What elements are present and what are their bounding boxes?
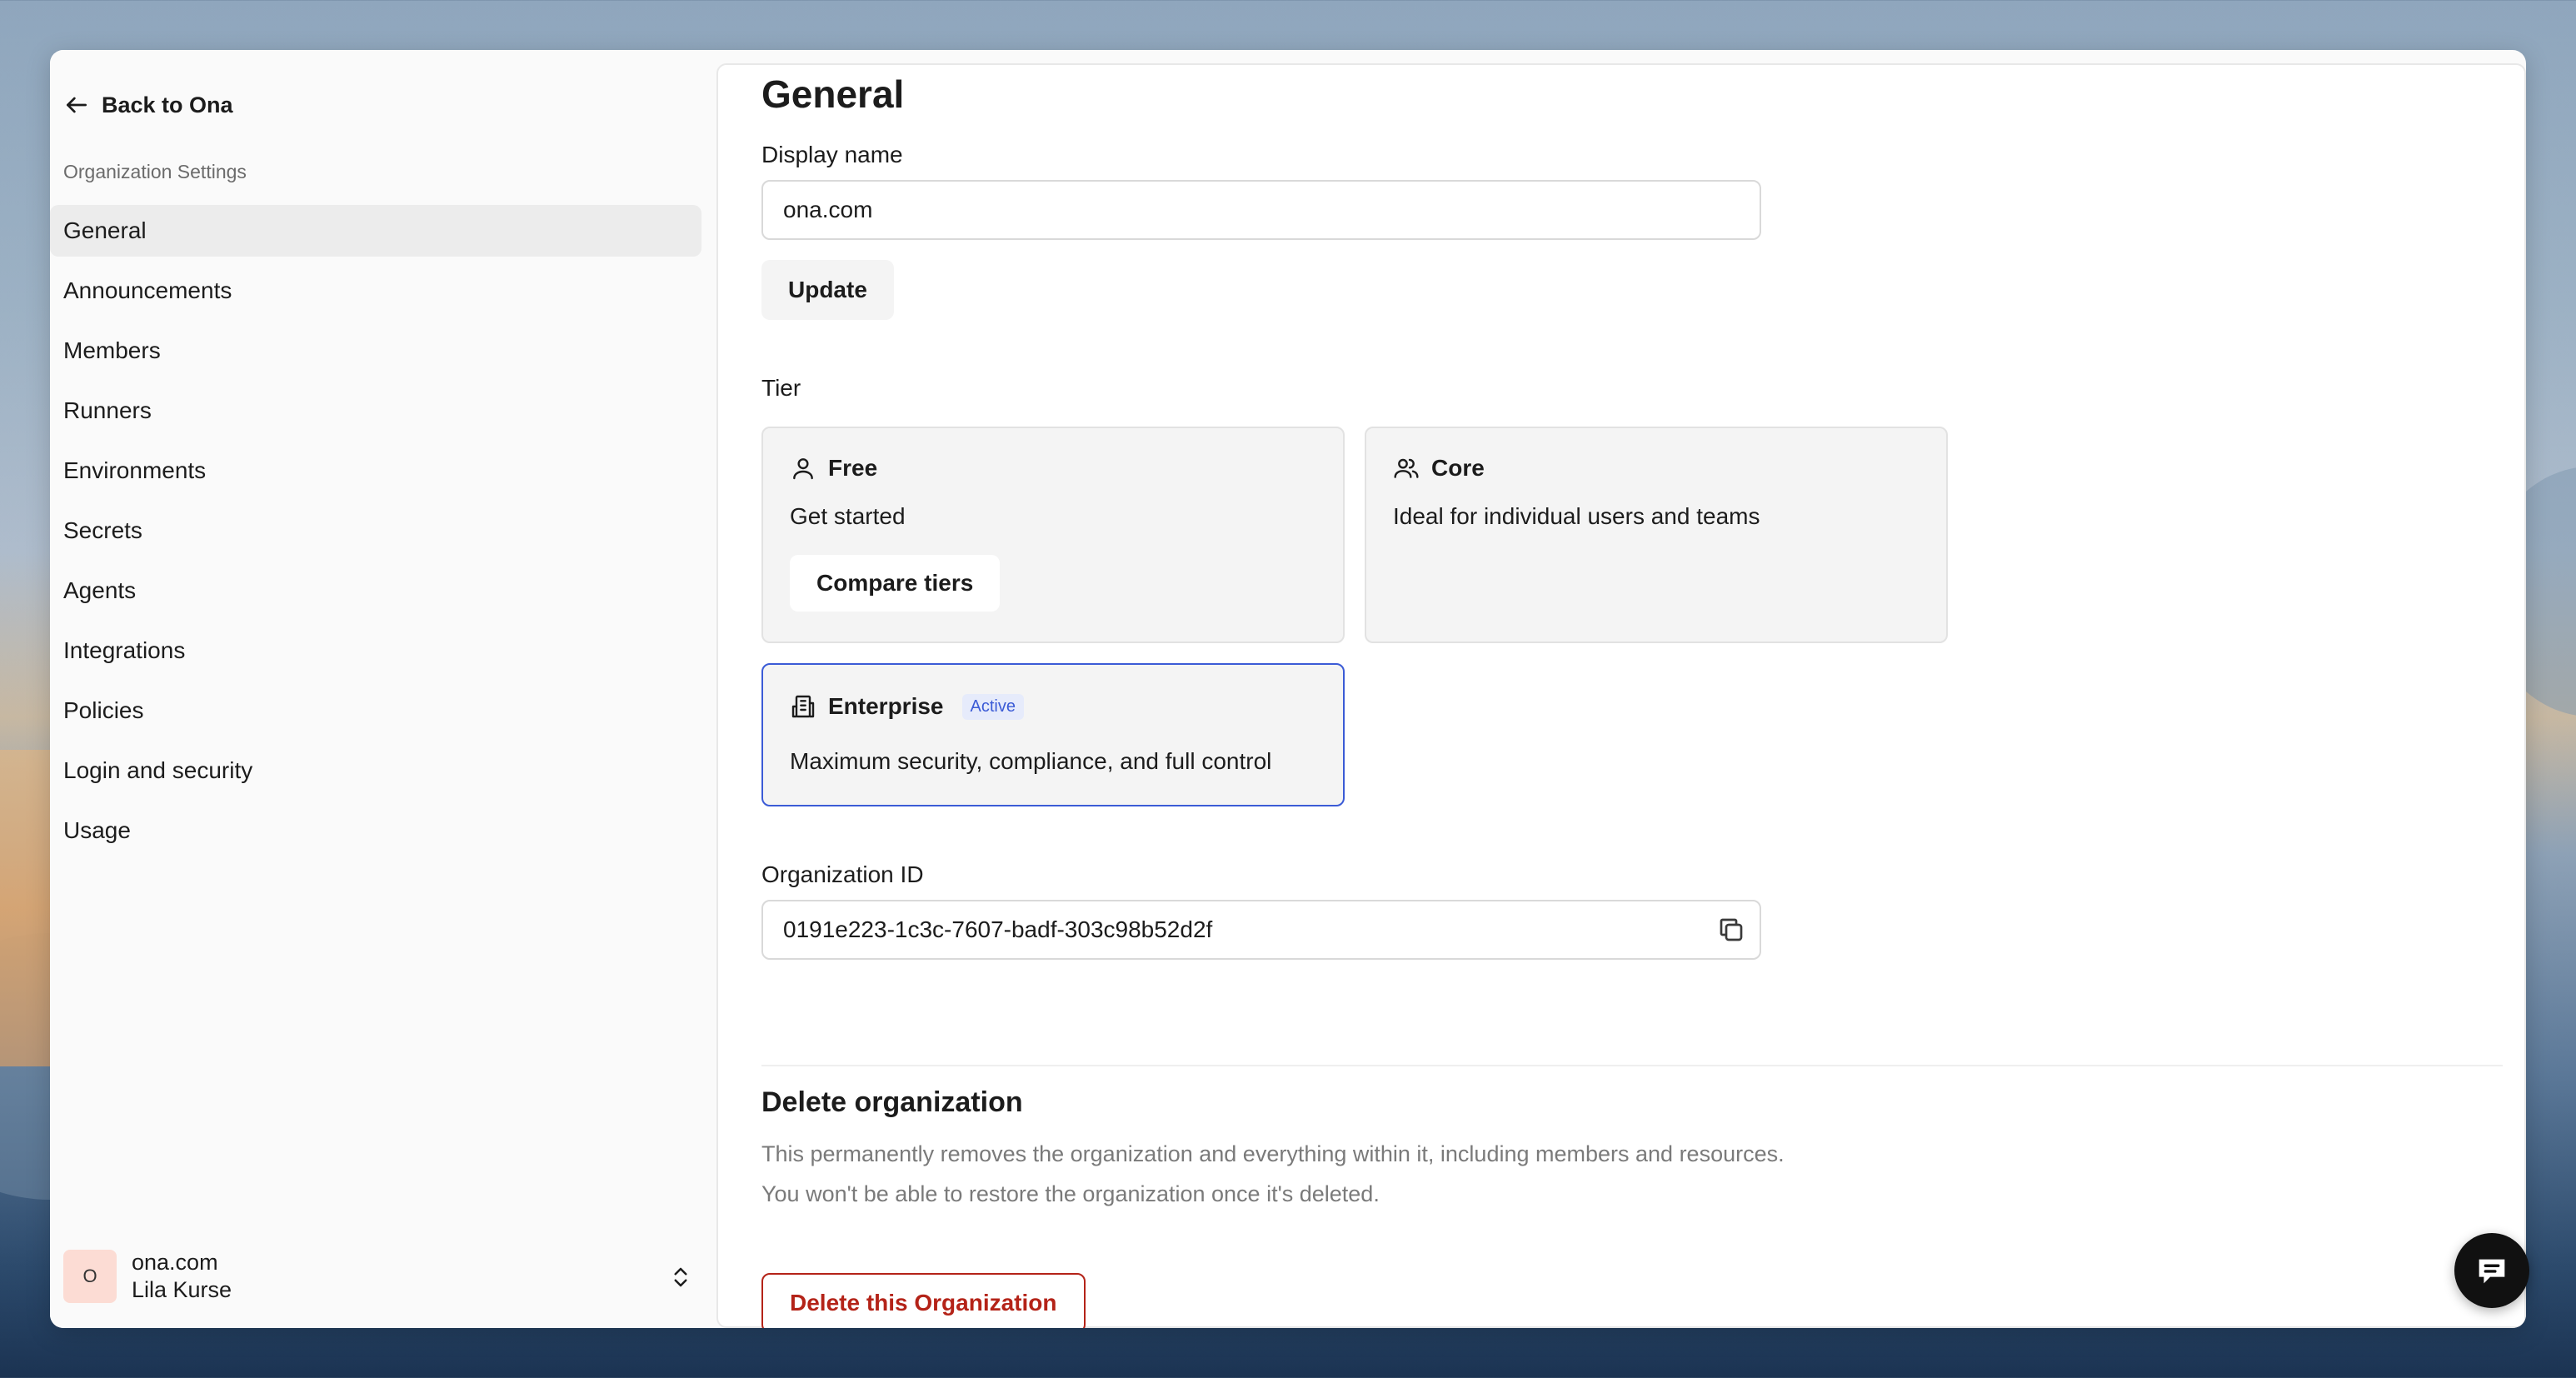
sidebar-item-agents[interactable]: Agents	[50, 565, 701, 617]
compare-tiers-button[interactable]: Compare tiers	[790, 555, 1001, 612]
tier-description: Maximum security, compliance, and full c…	[790, 748, 1272, 774]
tier-description: Get started	[790, 503, 906, 529]
delete-organization-button[interactable]: Delete this Organization	[761, 1273, 1086, 1328]
users-icon	[1394, 458, 1419, 478]
organization-id-input[interactable]	[761, 900, 1761, 960]
account-org-name: ona.com	[132, 1250, 218, 1275]
sidebar-item-integrations[interactable]: Integrations	[50, 625, 701, 677]
tier-card-enterprise[interactable]: Enterprise Active Maximum security, comp…	[761, 663, 1345, 806]
sidebar-item-members[interactable]: Members	[50, 325, 701, 377]
back-link-label: Back to Ona	[102, 92, 233, 117]
status-badge: Active	[961, 693, 1024, 720]
delete-organization-description: This permanently removes the organizatio…	[761, 1141, 1785, 1166]
account-text: ona.com Lila Kurse	[132, 1249, 232, 1304]
avatar: O	[63, 1250, 117, 1303]
sidebar-item-login-and-security[interactable]: Login and security	[50, 745, 701, 796]
tier-card-free[interactable]: Free Get started Compare tiers	[761, 427, 1345, 643]
chevron-up-down-icon	[674, 1267, 687, 1287]
sidebar-item-announcements[interactable]: Announcements	[50, 265, 701, 317]
delete-organization-warning: You won't be able to restore the organiz…	[761, 1181, 1380, 1206]
organization-id-field	[761, 900, 1761, 960]
copy-icon[interactable]	[1716, 915, 1746, 945]
main-content: General Display name Update Tier Free Ge…	[716, 63, 2526, 1328]
tier-header: Free	[790, 455, 877, 482]
tier-header: Enterprise Active	[790, 693, 1024, 720]
display-name-input[interactable]	[761, 180, 1761, 240]
settings-window: Back to Ona Organization Settings Genera…	[50, 50, 2526, 1328]
user-icon	[793, 458, 813, 480]
tier-label: Tier	[761, 375, 801, 401]
tier-description: Ideal for individual users and teams	[1393, 503, 1760, 529]
sidebar: Back to Ona Organization Settings Genera…	[50, 50, 716, 1328]
display-name-label: Display name	[761, 142, 903, 167]
chat-bubble-icon	[2479, 1259, 2505, 1284]
update-button[interactable]: Update	[761, 260, 894, 320]
sidebar-item-policies[interactable]: Policies	[50, 685, 701, 736]
sidebar-item-environments[interactable]: Environments	[50, 445, 701, 497]
page-title: General	[761, 72, 905, 116]
tier-name: Core	[1431, 455, 1485, 481]
sidebar-item-runners[interactable]: Runners	[50, 385, 701, 437]
delete-organization-title: Delete organization	[761, 1086, 1023, 1118]
sidebar-item-secrets[interactable]: Secrets	[50, 505, 701, 557]
tier-name: Free	[828, 455, 878, 481]
account-user-name: Lila Kurse	[132, 1277, 232, 1302]
settings-nav: General Announcements Members Runners En…	[50, 205, 701, 865]
arrow-left-icon	[67, 97, 87, 113]
account-switcher[interactable]: O ona.com Lila Kurse	[63, 1246, 701, 1306]
organization-id-label: Organization ID	[761, 861, 924, 887]
tier-header: Core	[1393, 455, 1485, 482]
section-divider	[761, 1065, 2503, 1066]
tier-card-core[interactable]: Core Ideal for individual users and team…	[1365, 427, 1948, 643]
chat-support-button[interactable]	[2454, 1233, 2529, 1308]
tier-name: Enterprise	[828, 693, 944, 719]
background-decoration	[0, 750, 50, 1066]
sidebar-item-usage[interactable]: Usage	[50, 805, 701, 856]
back-to-ona-link[interactable]: Back to Ona	[63, 85, 233, 125]
sidebar-item-general[interactable]: General	[50, 205, 701, 257]
building-icon	[791, 695, 815, 718]
section-label: Organization Settings	[63, 161, 247, 182]
